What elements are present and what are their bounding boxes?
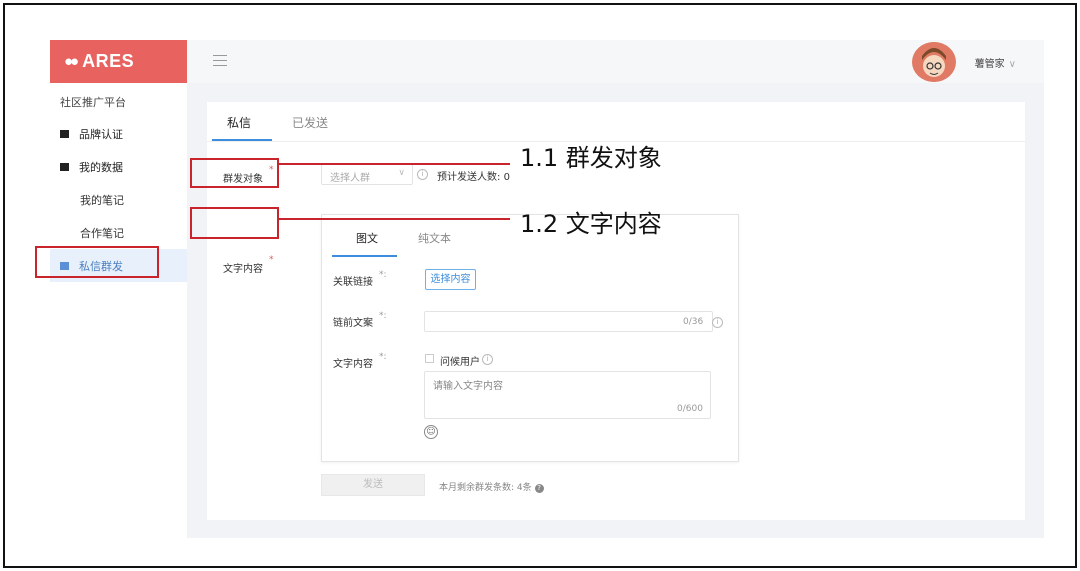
sidebar-item-coop-notes[interactable]: 合作笔记 bbox=[50, 216, 187, 249]
sidebar-item-my-data[interactable]: 我的数据 bbox=[50, 150, 187, 183]
user-menu[interactable]: 薯管家 ∨ bbox=[975, 55, 1016, 70]
brand-logo[interactable]: ●● ARES bbox=[50, 40, 187, 83]
required-mark: *: bbox=[379, 270, 387, 280]
annotation-box-target bbox=[190, 158, 279, 188]
tab-bar: 私信 已发送 bbox=[207, 102, 1025, 142]
sidebar: ●● ARES 社区推广平台 品牌认证 我的数据 我的笔记 合作笔记 私信群发 bbox=[50, 40, 187, 538]
logo-icon: ●● bbox=[64, 53, 79, 70]
pre-text-label: 链前文案 bbox=[333, 318, 373, 329]
content-label: 文字内容 bbox=[223, 264, 263, 275]
sidebar-item-label: 合作笔记 bbox=[80, 226, 124, 240]
greet-user-checkbox[interactable] bbox=[425, 354, 434, 363]
text-counter: 0/600 bbox=[677, 404, 703, 414]
info-icon[interactable]: i bbox=[417, 169, 428, 180]
tab-private-message[interactable]: 私信 bbox=[227, 114, 251, 131]
tab-image-text[interactable]: 图文 bbox=[356, 230, 378, 246]
card-tab-indicator bbox=[332, 255, 397, 257]
app-window: ●● ARES 社区推广平台 品牌认证 我的数据 我的笔记 合作笔记 私信群发 bbox=[50, 40, 1044, 538]
annotation-label-1: 1.1 群发对象 bbox=[520, 144, 662, 172]
required-mark: *: bbox=[379, 352, 387, 362]
send-button[interactable]: 发送 bbox=[321, 474, 425, 496]
content-editor-card: 图文 纯文本 关联链接 *: 选择内容 链前文案 *: 0/36 i 文字内容 … bbox=[321, 214, 739, 462]
tab-plain-text[interactable]: 纯文本 bbox=[418, 230, 451, 246]
chevron-down-icon: ∨ bbox=[398, 168, 405, 178]
sidebar-item-label: 我的数据 bbox=[79, 160, 123, 174]
audience-select-value: 选择人群 bbox=[330, 173, 370, 184]
estimate-label: 预计发送人数: bbox=[437, 172, 504, 183]
text-content-label: 文字内容 bbox=[333, 359, 373, 370]
emoji-icon[interactable]: ☺ bbox=[424, 425, 438, 439]
avatar[interactable] bbox=[912, 42, 956, 82]
annotation-label-2: 1.2 文字内容 bbox=[520, 210, 662, 238]
quota-text: 本月剩余群发条数: 4条? bbox=[439, 480, 544, 493]
estimate-value: 0 bbox=[503, 172, 510, 183]
annotation-line-1 bbox=[279, 163, 510, 165]
required-mark: * bbox=[269, 255, 274, 265]
info-icon[interactable]: i bbox=[482, 354, 493, 365]
sidebar-item-label: 我的笔记 bbox=[80, 193, 124, 207]
annotation-line-2 bbox=[279, 218, 510, 220]
tab-active-indicator bbox=[212, 139, 272, 141]
tab-sent[interactable]: 已发送 bbox=[292, 114, 328, 131]
annotation-box-sidebar bbox=[35, 246, 159, 278]
top-bar: 薯管家 ∨ bbox=[187, 40, 1044, 83]
menu-icon[interactable] bbox=[213, 55, 227, 66]
pre-text-counter: 0/36 bbox=[683, 317, 704, 327]
info-icon[interactable]: i bbox=[712, 317, 723, 328]
greet-user-label: 问候用户 bbox=[440, 357, 480, 368]
textarea-placeholder: 请输入文字内容 bbox=[433, 381, 503, 392]
sidebar-title: 社区推广平台 bbox=[60, 96, 126, 109]
sidebar-item-my-notes[interactable]: 我的笔记 bbox=[50, 183, 187, 216]
audience-select[interactable]: 选择人群 ∨ bbox=[321, 164, 413, 185]
link-label: 关联链接 bbox=[333, 277, 373, 288]
choose-content-button[interactable]: 选择内容 bbox=[425, 269, 476, 290]
logo-text: ARES bbox=[82, 51, 135, 71]
sidebar-item-label: 品牌认证 bbox=[79, 127, 123, 141]
username-label: 薯管家 bbox=[974, 59, 1005, 70]
help-icon[interactable]: ? bbox=[534, 484, 544, 493]
pre-text-input[interactable] bbox=[424, 311, 713, 332]
estimate-text: 预计发送人数: 0 bbox=[437, 168, 510, 183]
box-icon bbox=[60, 129, 69, 138]
chevron-down-icon: ∨ bbox=[1008, 59, 1016, 70]
quota-label: 本月剩余群发条数: 4条 bbox=[439, 483, 532, 493]
annotation-box-content bbox=[190, 207, 279, 239]
sidebar-item-brand-auth[interactable]: 品牌认证 bbox=[50, 117, 187, 150]
box-icon bbox=[60, 162, 69, 171]
required-mark: *: bbox=[379, 311, 387, 321]
text-content-textarea[interactable]: 请输入文字内容 bbox=[424, 371, 711, 419]
